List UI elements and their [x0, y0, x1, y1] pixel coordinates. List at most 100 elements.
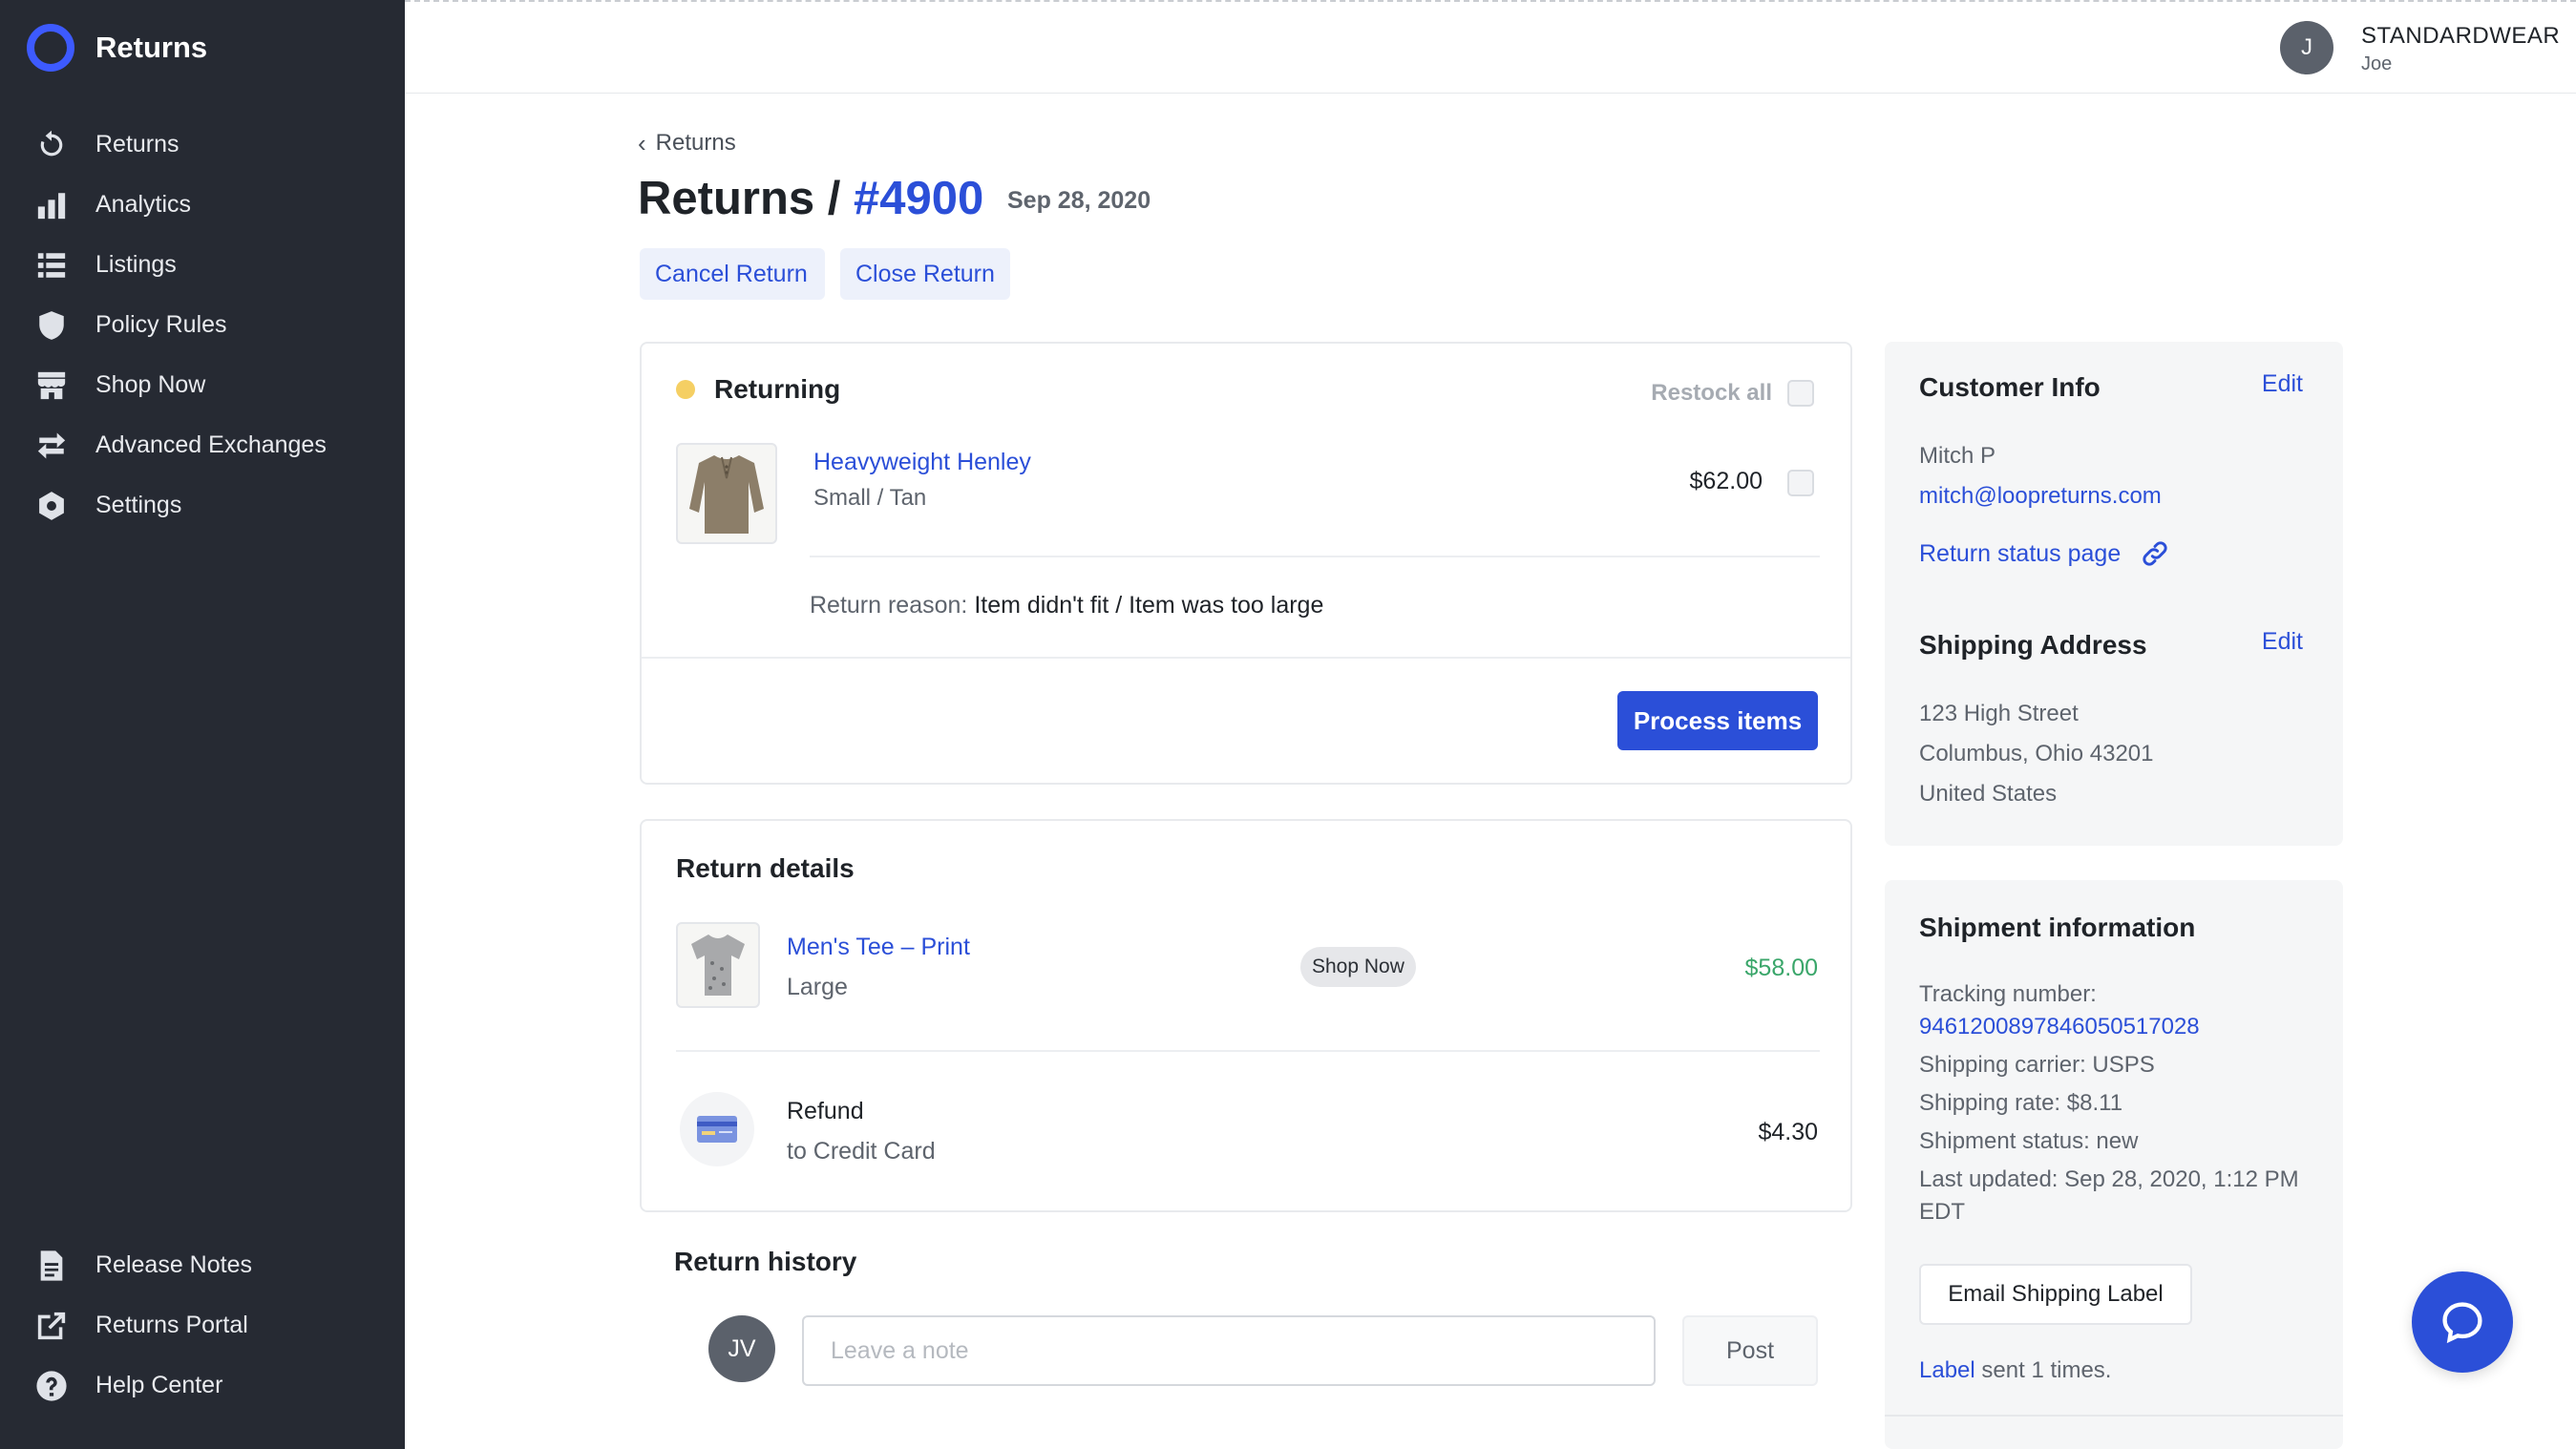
address-line-1: 123 High Street	[1919, 701, 2079, 726]
close-return-button[interactable]: Close Return	[840, 248, 1010, 300]
sidebar-item-label: Shop Now	[95, 371, 206, 398]
return-date: Sep 28, 2020	[1007, 187, 1151, 214]
restock-all-label: Restock all	[1651, 380, 1772, 406]
sidebar-item-advanced-exchanges[interactable]: Advanced Exchanges	[0, 415, 405, 475]
refund-method: to Credit Card	[787, 1138, 936, 1165]
sidebar-item-release-notes[interactable]: Release Notes	[0, 1235, 405, 1295]
return-reason-label: Return reason:	[810, 592, 968, 619]
customer-edit-link[interactable]: Edit	[2262, 370, 2303, 398]
app-title: Returns	[95, 31, 208, 64]
note-author-avatar: JV	[708, 1315, 775, 1382]
chat-support-button[interactable]	[2412, 1271, 2513, 1373]
cancel-return-button[interactable]: Cancel Return	[640, 248, 825, 300]
shipping-rate: Shipping rate: $8.11	[1919, 1090, 2123, 1116]
return-details-title: Return details	[676, 853, 855, 883]
topbar	[405, 0, 2576, 94]
tee-thumbnail	[676, 922, 760, 1008]
return-status-page-label: Return status page	[1919, 539, 2122, 567]
shop-now-badge: Shop Now	[1300, 947, 1416, 987]
page-title: Returns / #4900	[638, 172, 983, 225]
sidebar-item-help-center[interactable]: Help Center	[0, 1355, 405, 1416]
list-icon	[34, 248, 69, 283]
return-history-title: Return history	[674, 1247, 857, 1276]
sidebar-item-returns[interactable]: Returns	[0, 115, 405, 175]
item-divider	[810, 556, 1820, 557]
restock-all-checkbox[interactable]	[1787, 380, 1814, 407]
storefront-icon	[34, 368, 69, 403]
store-name[interactable]: STANDARDWEAR	[2361, 23, 2560, 50]
details-divider	[676, 1050, 1820, 1052]
shipment-status: Shipment status: new	[1919, 1128, 2139, 1154]
sidebar-nav: Returns Analytics Listings Policy Rules …	[0, 115, 405, 536]
link-icon	[2143, 541, 2167, 566]
swap-icon	[34, 429, 69, 463]
user-avatar[interactable]: J	[2280, 21, 2333, 74]
customer-info-panel: Customer Info Edit Mitch P mitch@loopret…	[1885, 342, 2343, 846]
customer-info-title: Customer Info	[1919, 372, 2101, 402]
returning-item-name-link[interactable]: Heavyweight Henley	[813, 449, 1031, 476]
sidebar-item-shop-now[interactable]: Shop Now	[0, 355, 405, 415]
sidebar-bottom-nav: Release Notes Returns Portal Help Center	[0, 1235, 405, 1416]
post-note-button[interactable]: Post	[1682, 1315, 1818, 1386]
tshirt-icon	[691, 934, 745, 996]
henley-thumbnail	[676, 443, 777, 544]
sidebar-item-listings[interactable]: Listings	[0, 235, 405, 295]
sidebar-item-label: Policy Rules	[95, 311, 227, 338]
document-icon	[34, 1249, 69, 1283]
return-status-page-link[interactable]: Return status page	[1919, 538, 2170, 569]
last-updated: Last updated: Sep 28, 2020, 1:12 PM	[1919, 1166, 2299, 1192]
sidebar-item-policy-rules[interactable]: Policy Rules	[0, 295, 405, 355]
sidebar-item-label: Help Center	[95, 1372, 223, 1398]
panel-divider	[1885, 1415, 2343, 1417]
sweater-icon	[689, 455, 764, 534]
shipping-address-title: Shipping Address	[1919, 630, 2147, 660]
sidebar-item-label: Analytics	[95, 191, 192, 218]
sidebar-item-label: Release Notes	[95, 1251, 252, 1278]
bar-chart-icon	[34, 188, 69, 222]
process-items-button[interactable]: Process items	[1617, 691, 1818, 750]
tracking-number-link[interactable]: 9461200897846050517028	[1919, 1014, 2200, 1040]
address-edit-link[interactable]: Edit	[2262, 628, 2303, 656]
credit-card-icon-wrap	[680, 1092, 754, 1166]
sidebar-item-label: Returns Portal	[95, 1312, 248, 1338]
logo-ring-icon	[27, 24, 74, 72]
sidebar-item-analytics[interactable]: Analytics	[0, 175, 405, 235]
details-item-variant: Large	[787, 974, 848, 1000]
returning-card: Returning Restock all Heavyweight Henley…	[640, 342, 1852, 785]
label-sent-info: Label sent 1 times.	[1919, 1357, 2111, 1384]
brand[interactable]: Returns	[27, 21, 207, 74]
sidebar-item-label: Listings	[95, 251, 177, 278]
help-icon	[34, 1369, 69, 1403]
returning-title: Returning	[714, 374, 841, 404]
page-title-prefix: Returns /	[638, 173, 841, 224]
shipment-info-panel: Shipment information Tracking number: 94…	[1885, 880, 2343, 1449]
chevron-left-icon: ‹	[638, 129, 646, 158]
sidebar-item-label: Returns	[95, 131, 179, 158]
return-details-card: Return details Men's Tee – Print Large S…	[640, 819, 1852, 1212]
sidebar-item-label: Advanced Exchanges	[95, 431, 327, 458]
restock-item-checkbox[interactable]	[1787, 470, 1814, 496]
address-line-3: United States	[1919, 781, 2058, 807]
note-input[interactable]	[802, 1315, 1656, 1386]
sidebar: Returns Returns Analytics Listings Polic…	[0, 0, 405, 1449]
gear-icon	[34, 489, 69, 523]
chat-icon	[2442, 1302, 2482, 1344]
address-line-2: Columbus, Ohio 43201	[1919, 741, 2154, 766]
sidebar-item-returns-portal[interactable]: Returns Portal	[0, 1295, 405, 1355]
return-reason: Return reason: Item didn't fit / Item wa…	[810, 592, 1323, 620]
external-link-icon	[34, 1309, 69, 1343]
store-user-name: Joe	[2361, 53, 2393, 74]
label-link[interactable]: Label	[1919, 1357, 1975, 1383]
refresh-icon	[34, 128, 69, 162]
credit-card-icon	[697, 1116, 737, 1143]
card-footer-divider	[642, 657, 1850, 659]
status-dot-icon	[676, 380, 695, 399]
sidebar-item-label: Settings	[95, 492, 182, 518]
back-link-label: Returns	[655, 130, 736, 156]
customer-email-link[interactable]: mitch@loopreturns.com	[1919, 483, 2162, 510]
back-link[interactable]: ‹ Returns	[638, 130, 736, 157]
sidebar-item-settings[interactable]: Settings	[0, 475, 405, 536]
details-item-name-link[interactable]: Men's Tee – Print	[787, 934, 970, 961]
refund-amount: $4.30	[1758, 1119, 1818, 1145]
email-shipping-label-button[interactable]: Email Shipping Label	[1919, 1264, 2192, 1325]
